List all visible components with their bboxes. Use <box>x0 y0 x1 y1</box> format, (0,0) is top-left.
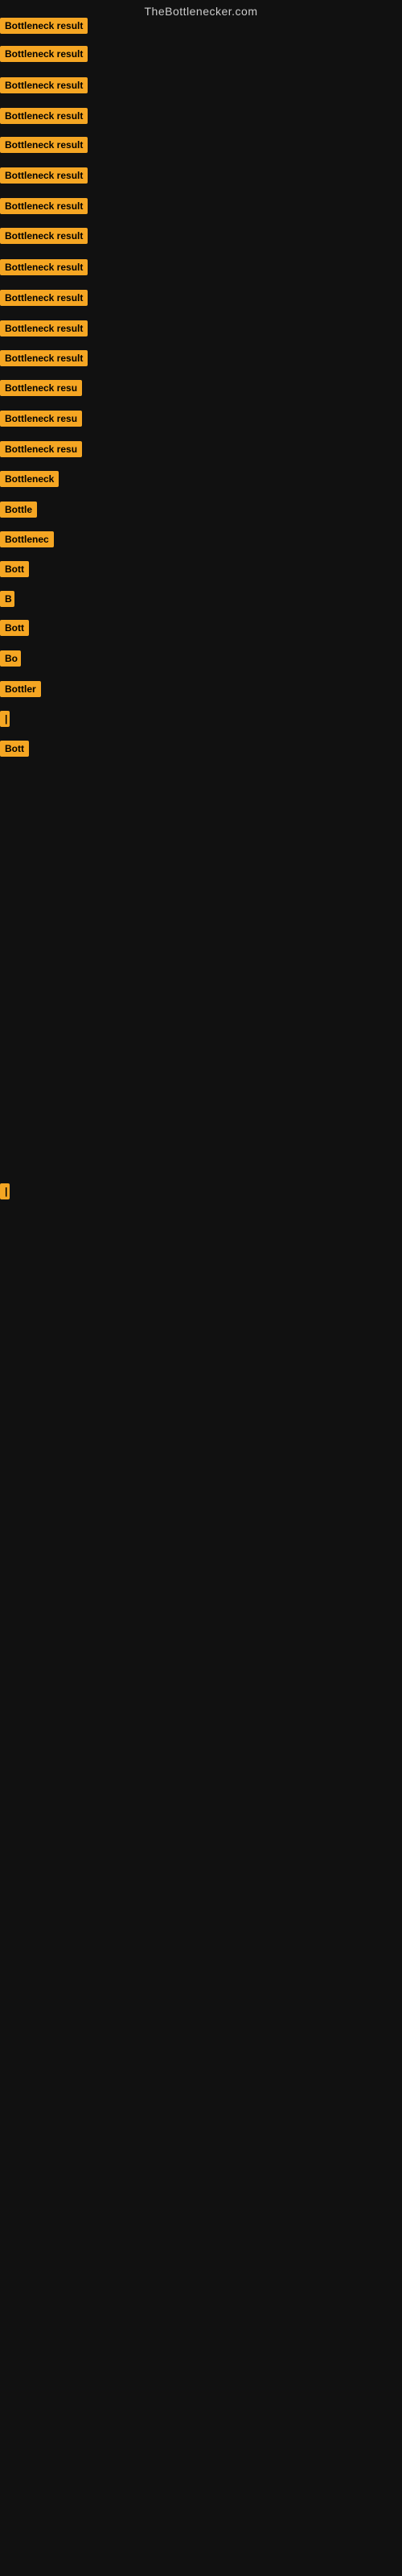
bottleneck-result-badge-22[interactable]: Bo <box>0 650 21 667</box>
bottleneck-result-badge-3[interactable]: Bottleneck result <box>0 77 88 93</box>
bottleneck-result-badge-4[interactable]: Bottleneck result <box>0 108 88 124</box>
bottleneck-result-badge-20[interactable]: B <box>0 591 14 607</box>
badge-row-12: Bottleneck result <box>0 350 88 366</box>
badge-row-1: Bottleneck result <box>0 18 88 34</box>
bottleneck-result-badge-25[interactable]: Bott <box>0 741 29 757</box>
badge-row-15: Bottleneck resu <box>0 441 82 457</box>
badge-row-8: Bottleneck result <box>0 228 88 244</box>
badge-row-22: Bo <box>0 650 21 667</box>
bottleneck-result-badge-15[interactable]: Bottleneck resu <box>0 441 82 457</box>
badge-row-11: Bottleneck result <box>0 320 88 336</box>
badge-row-14: Bottleneck resu <box>0 411 82 427</box>
badge-row-2: Bottleneck result <box>0 46 88 62</box>
bottleneck-result-badge-26[interactable]: | <box>0 1183 10 1199</box>
badge-row-21: Bott <box>0 620 29 636</box>
bottleneck-result-badge-9[interactable]: Bottleneck result <box>0 259 88 275</box>
bottleneck-result-badge-7[interactable]: Bottleneck result <box>0 198 88 214</box>
bottleneck-result-badge-13[interactable]: Bottleneck resu <box>0 380 82 396</box>
badge-row-20: B <box>0 591 14 607</box>
badge-row-19: Bott <box>0 561 29 577</box>
bottleneck-result-badge-14[interactable]: Bottleneck resu <box>0 411 82 427</box>
badge-row-3: Bottleneck result <box>0 77 88 93</box>
badge-row-5: Bottleneck result <box>0 137 88 153</box>
bottleneck-result-badge-11[interactable]: Bottleneck result <box>0 320 88 336</box>
bottleneck-result-badge-8[interactable]: Bottleneck result <box>0 228 88 244</box>
bottleneck-result-badge-23[interactable]: Bottler <box>0 681 41 697</box>
bottleneck-result-badge-10[interactable]: Bottleneck result <box>0 290 88 306</box>
bottleneck-result-badge-12[interactable]: Bottleneck result <box>0 350 88 366</box>
badge-row-23: Bottler <box>0 681 41 697</box>
badge-row-9: Bottleneck result <box>0 259 88 275</box>
badge-row-10: Bottleneck result <box>0 290 88 306</box>
bottleneck-result-badge-21[interactable]: Bott <box>0 620 29 636</box>
bottleneck-result-badge-19[interactable]: Bott <box>0 561 29 577</box>
badge-row-7: Bottleneck result <box>0 198 88 214</box>
badge-row-17: Bottle <box>0 502 37 518</box>
bottleneck-result-badge-18[interactable]: Bottlenec <box>0 531 54 547</box>
bottleneck-result-badge-17[interactable]: Bottle <box>0 502 37 518</box>
badge-row-26: | <box>0 1183 10 1199</box>
badge-row-16: Bottleneck <box>0 471 59 487</box>
bottleneck-result-badge-1[interactable]: Bottleneck result <box>0 18 88 34</box>
bottleneck-result-badge-2[interactable]: Bottleneck result <box>0 46 88 62</box>
bottleneck-result-badge-24[interactable]: | <box>0 711 10 727</box>
badge-row-13: Bottleneck resu <box>0 380 82 396</box>
badge-row-24: | <box>0 711 10 727</box>
badge-row-4: Bottleneck result <box>0 108 88 124</box>
badge-row-25: Bott <box>0 741 29 757</box>
badge-row-6: Bottleneck result <box>0 167 88 184</box>
bottleneck-result-badge-6[interactable]: Bottleneck result <box>0 167 88 184</box>
badge-row-18: Bottlenec <box>0 531 54 547</box>
bottleneck-result-badge-5[interactable]: Bottleneck result <box>0 137 88 153</box>
bottleneck-result-badge-16[interactable]: Bottleneck <box>0 471 59 487</box>
